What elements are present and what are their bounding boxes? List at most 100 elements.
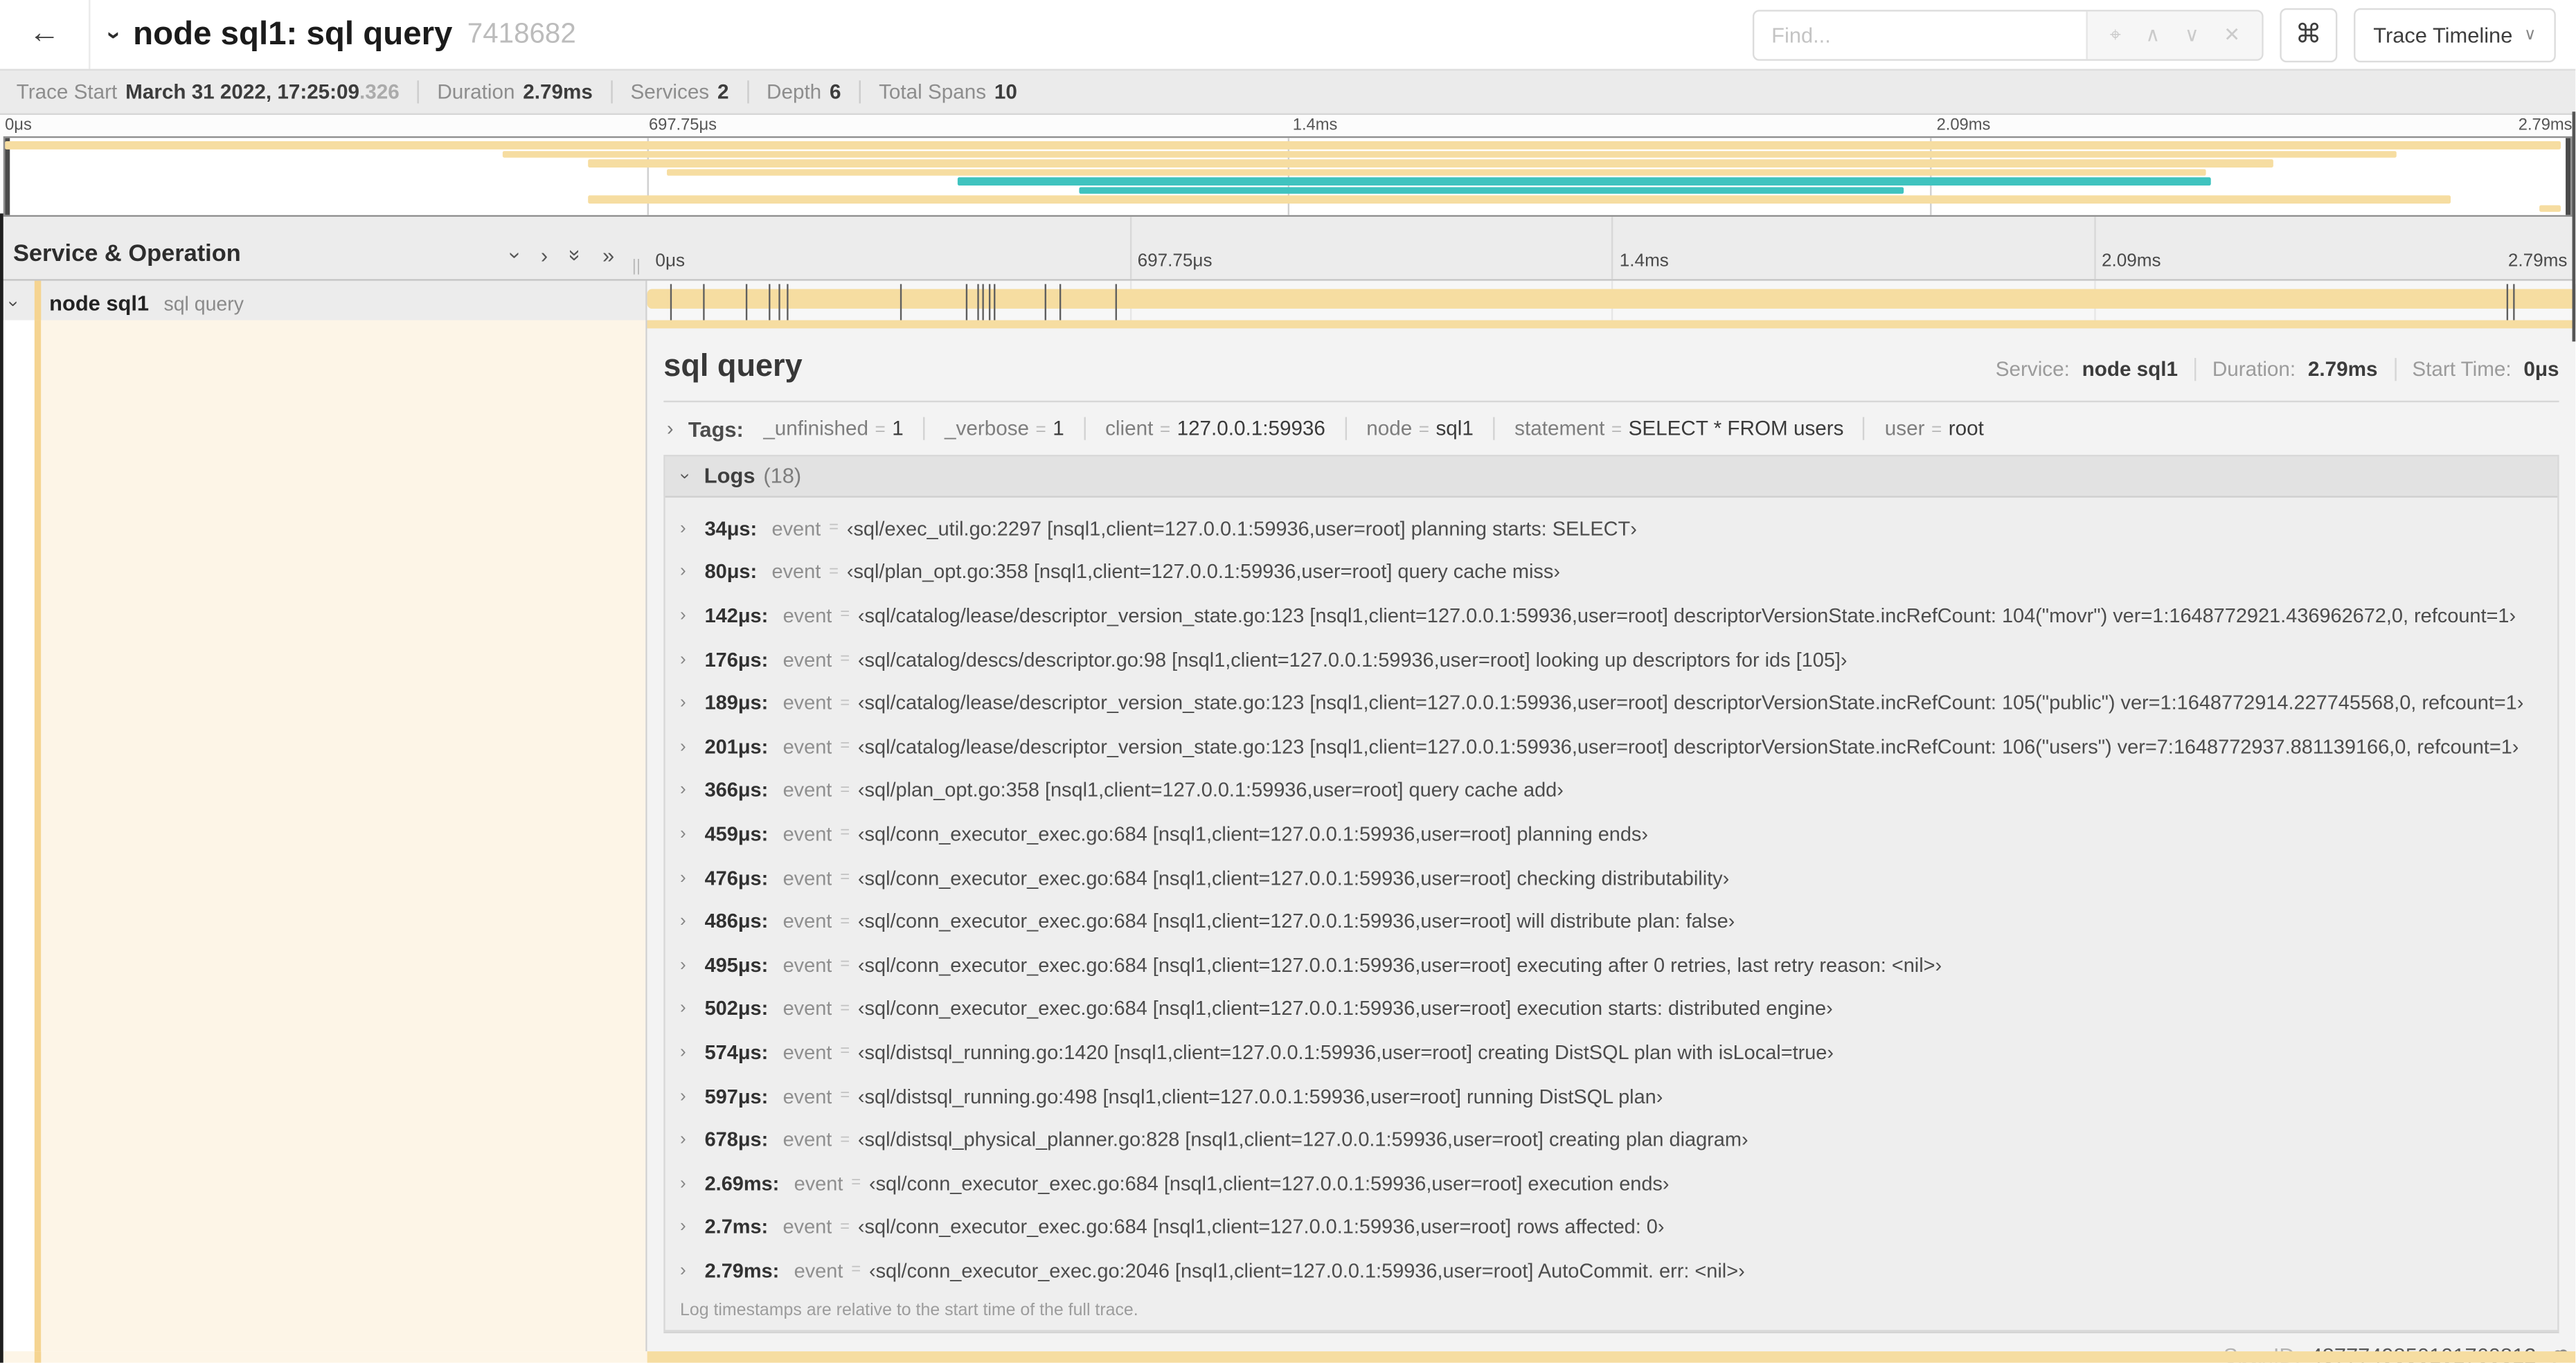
span-duration-bar[interactable]: [647, 289, 2576, 308]
collapse-trace-icon[interactable]: ›: [100, 21, 128, 48]
prev-match-icon[interactable]: ∧: [2145, 23, 2160, 46]
trace-title-group: › node sql1: sql query 7418682: [90, 16, 1753, 54]
detail-operation-title: sql query: [663, 349, 803, 383]
expand-all-icon[interactable]: »: [602, 243, 614, 268]
tag-key: _verbose: [945, 417, 1030, 440]
log-field-key: event: [782, 735, 832, 759]
log-entry-row[interactable]: › 2.69ms: event = ‹sql/conn_executor_exe…: [665, 1162, 2558, 1205]
minimap-span-bar: [502, 150, 2397, 158]
logs-accordion-header[interactable]: › Logs (18): [665, 455, 2558, 497]
service-color-stripe: [34, 1351, 42, 1363]
log-field-key: event: [794, 1171, 843, 1195]
next-match-icon[interactable]: ∨: [2185, 23, 2199, 46]
log-entry-row[interactable]: › 459μs: event = ‹sql/conn_executor_exec…: [665, 812, 2558, 856]
minimap-left-handle[interactable]: [5, 138, 10, 215]
find-icon-group: ⌖ ∧ ∨ ✕: [2086, 10, 2262, 59]
service-name: node sql1: [49, 290, 150, 316]
span-timeline-track[interactable]: [647, 280, 2576, 325]
collapse-one-icon[interactable]: ›: [503, 243, 528, 268]
log-entry-row[interactable]: › 2.7ms: event = ‹sql/conn_executor_exec…: [665, 1205, 2558, 1249]
tag-equals: =: [875, 420, 886, 440]
logs-footnote: Log timestamps are relative to the start…: [680, 1301, 1138, 1321]
log-value: ‹sql/catalog/lease/descriptor_version_st…: [857, 735, 2519, 759]
log-timestamp: 2.7ms:: [704, 1215, 769, 1239]
stat-label: Duration: [437, 80, 515, 104]
minimap-tick-label: 1.4ms: [1292, 116, 1338, 135]
scrollbar-thumb[interactable]: [2571, 111, 2576, 342]
log-field-key: event: [782, 953, 832, 977]
timeline-header-row: Service & Operation › › » » || 0μs 697.75…: [0, 217, 2576, 281]
log-marker: [1116, 284, 1118, 322]
span-name-cell[interactable]: › node sql1 sql query: [0, 280, 647, 325]
log-equals: =: [840, 606, 850, 625]
trace-stat: Services 2: [610, 80, 729, 104]
expand-one-icon[interactable]: ›: [541, 243, 548, 268]
ruler-tick-label: 2.79ms: [2507, 251, 2568, 271]
service-operation-header: Service & Operation › › » » ||: [0, 217, 647, 279]
log-entry-row[interactable]: › 502μs: event = ‹sql/conn_executor_exec…: [665, 987, 2558, 1031]
log-entry-row[interactable]: › 597μs: event = ‹sql/distsql_running.go…: [665, 1074, 2558, 1118]
stat-value: 2.79ms: [523, 80, 593, 104]
ruler-tick-label: 697.75μs: [1137, 251, 1213, 271]
find-input[interactable]: [1755, 10, 2087, 59]
log-field-key: event: [782, 647, 832, 671]
log-equals: =: [840, 1000, 850, 1018]
log-field-key: event: [782, 692, 832, 715]
log-entry-row[interactable]: › 574μs: event = ‹sql/distsql_running.go…: [665, 1031, 2558, 1074]
tags-accordion[interactable]: › Tags: _unfinished = 1 _verbose = 1 cli…: [663, 401, 2559, 454]
log-value: ‹sql/exec_util.go:2297 [nsql1,client=127…: [846, 516, 1637, 540]
tag-item: node = sql1: [1345, 417, 1474, 440]
log-entry-row[interactable]: › 176μs: event = ‹sql/catalog/descs/desc…: [665, 638, 2558, 681]
log-equals: =: [851, 1261, 861, 1280]
log-marker: [670, 284, 672, 322]
chevron-right-icon: ›: [680, 518, 686, 539]
trace-view-dropdown[interactable]: Trace Timeline ∨: [2353, 7, 2556, 62]
clear-find-icon[interactable]: ✕: [2224, 23, 2240, 46]
overview-label: Duration:: [2212, 356, 2296, 381]
overview-item: Service: node sql1: [1996, 357, 2178, 380]
minimap-tick-labels: 0μs 697.75μs 1.4ms 2.09ms 2.79ms: [0, 115, 2575, 136]
log-equals: =: [840, 781, 850, 800]
log-marker: [900, 284, 902, 322]
log-entry-row[interactable]: › 34μs: event = ‹sql/exec_util.go:2297 […: [665, 507, 2558, 550]
minimap-right-handle[interactable]: [2566, 138, 2571, 215]
minimap-span-bar: [1080, 186, 1904, 195]
collapse-span-icon[interactable]: ›: [3, 293, 31, 312]
tag-item: _unfinished = 1: [763, 417, 903, 440]
log-marker: [965, 284, 967, 322]
jaeger-trace-page: ← › node sql1: sql query 7418682 ⌖ ∧ ∨ ✕…: [0, 0, 2576, 1363]
locate-icon[interactable]: ⌖: [2110, 22, 2121, 47]
log-entry-row[interactable]: › 189μs: event = ‹sql/catalog/lease/desc…: [665, 681, 2558, 725]
collapse-all-icon[interactable]: »: [563, 243, 588, 268]
chevron-right-icon: ›: [680, 1086, 686, 1106]
log-entry-row[interactable]: › 142μs: event = ‹sql/catalog/lease/desc…: [665, 594, 2558, 638]
log-entry-row[interactable]: › 678μs: event = ‹sql/distsql_physical_p…: [665, 1118, 2558, 1162]
column-resize-grabber[interactable]: ||: [632, 258, 641, 276]
stat-value: 2: [717, 80, 729, 104]
log-field-key: event: [771, 560, 821, 584]
back-button[interactable]: ←: [0, 0, 91, 69]
tag-key: client: [1105, 417, 1154, 440]
keyboard-shortcuts-button[interactable]: ⌘: [2280, 7, 2338, 62]
chevron-right-icon: ›: [680, 737, 686, 757]
log-entry-row[interactable]: › 201μs: event = ‹sql/catalog/lease/desc…: [665, 725, 2558, 768]
log-timestamp: 80μs:: [704, 560, 758, 584]
minimap-gridline: [646, 138, 648, 215]
minimap-canvas[interactable]: [3, 136, 2573, 217]
stat-label: Trace Start: [16, 80, 118, 104]
log-entry-row[interactable]: › 366μs: event = ‹sql/plan_opt.go:358 [n…: [665, 768, 2558, 812]
log-marker: [1044, 284, 1046, 322]
logs-accordion: › Logs (18) › 34μs: event = ‹sql/exec_ut…: [663, 453, 2559, 1333]
span-row: › node sql1 sql query: [0, 280, 2576, 325]
log-entry-row[interactable]: › 486μs: event = ‹sql/conn_executor_exec…: [665, 899, 2558, 943]
trace-stats-bar: Trace Start March 31 2022, 17:25:09 .326…: [0, 69, 2576, 116]
minimap-tick-label: 2.79ms: [2518, 116, 2573, 135]
log-value: ‹sql/plan_opt.go:358 [nsql1,client=127.0…: [857, 779, 1564, 802]
log-entry-row[interactable]: › 495μs: event = ‹sql/conn_executor_exec…: [665, 944, 2558, 987]
minimap-gridline: [1287, 138, 1290, 215]
log-entry-row[interactable]: › 80μs: event = ‹sql/plan_opt.go:358 [ns…: [665, 550, 2558, 594]
tag-key: node: [1366, 417, 1413, 440]
log-entry-row[interactable]: › 476μs: event = ‹sql/conn_executor_exec…: [665, 856, 2558, 899]
stat-value: 10: [994, 80, 1017, 104]
log-entry-row[interactable]: › 2.79ms: event = ‹sql/conn_executor_exe…: [665, 1249, 2558, 1292]
